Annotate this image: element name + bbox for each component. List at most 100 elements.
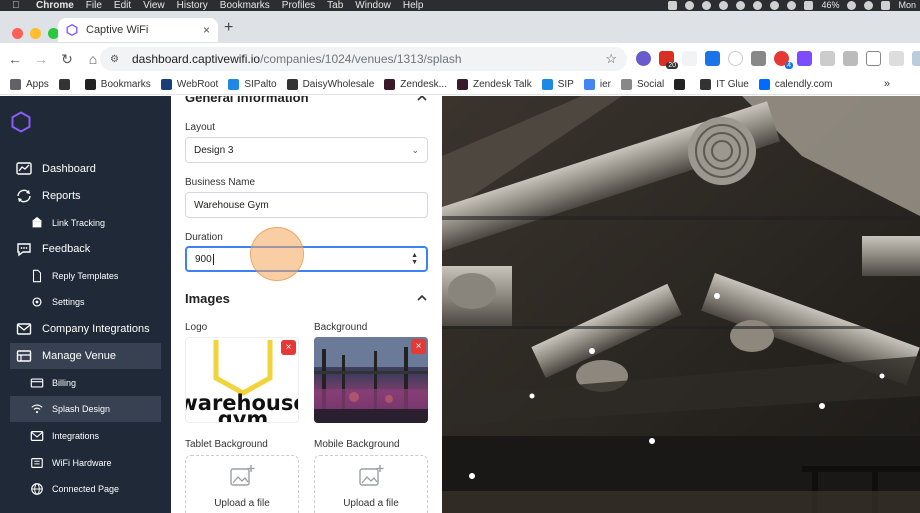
status-app-icon[interactable] [753,1,763,10]
status-app-icon[interactable] [702,1,712,10]
menu-edit[interactable]: Edit [114,0,131,11]
bookmark-favicon-icon [583,79,595,90]
menu-view[interactable]: View [143,0,165,11]
feedback-icon [16,241,32,257]
mobile-background-upload[interactable]: Upload a file [314,455,428,513]
tablet-background-upload[interactable]: Upload a file [185,455,299,513]
address-bar[interactable]: ⚙ dashboard.captivewifi.io/companies/102… [100,47,627,71]
bookmark-item[interactable]: Zendesk... [384,79,447,90]
bookmark-item[interactable]: Bookmarks [84,79,151,90]
sidebar-item-reports[interactable]: Reports [10,183,161,209]
close-window-button[interactable] [12,28,23,39]
layout-select[interactable]: Design 3 ⌄ [185,137,428,163]
bookmark-label: Social [636,79,665,90]
extension-icon[interactable] [751,51,766,66]
splash-preview-image [442,96,920,513]
gmail-extension-icon[interactable]: 20 [659,51,678,69]
sidebar-item-wifi-hardware[interactable]: WiFi Hardware [10,450,161,476]
bookmark-item[interactable] [58,79,75,90]
number-stepper-icon[interactable]: ▲ ▼ [411,252,418,266]
status-app-icon[interactable] [787,1,797,10]
background-image[interactable]: × [314,337,428,423]
menu-help[interactable]: Help [403,0,424,11]
menu-clock[interactable]: Mon [898,0,916,11]
site-info-icon[interactable]: ⚙ [110,54,124,65]
bookmark-item[interactable]: Social [620,79,665,90]
sidebar-item-settings[interactable]: Settings [10,289,161,315]
close-tab-icon[interactable]: × [203,23,210,37]
bookmark-item[interactable]: SIP [541,79,574,90]
extension-icon[interactable] [797,51,812,66]
status-app-icon[interactable] [719,1,729,10]
delete-background-button[interactable]: × [411,339,426,354]
sidebar-item-billing[interactable]: Billing [10,370,161,396]
business-name-input[interactable]: Warehouse Gym [185,192,428,218]
new-tab-button[interactable]: + [224,19,233,37]
chevron-up-icon[interactable] [416,292,428,304]
gym-ceiling-photo [442,96,920,513]
forward-arrow-icon[interactable]: → [30,51,52,67]
chevron-up-icon[interactable] [416,96,428,104]
profile-avatar[interactable] [912,51,920,66]
apple-icon[interactable]:  [12,0,28,11]
bookmark-item[interactable]: DaisyWholesale [286,79,374,90]
bookmark-item[interactable]: IT Glue [700,79,749,90]
layout-value: Design 3 [194,144,234,156]
menu-bookmarks[interactable]: Bookmarks [220,0,270,11]
extension-icon[interactable] [820,51,835,66]
menu-history[interactable]: History [177,0,208,11]
tab-captive-wifi[interactable]: Captive WiFi × [58,18,218,42]
sidebar-item-dashboard[interactable]: Dashboard [10,156,161,182]
sidebar-item-manage-venue[interactable]: Manage Venue [10,343,161,369]
control-center-icon[interactable] [881,1,891,10]
wifi-status-icon[interactable] [847,1,857,10]
sidebar-item-connected-page[interactable]: Connected Page [10,476,161,502]
status-app-icon[interactable] [736,1,746,10]
search-icon[interactable] [864,1,874,10]
menu-tab[interactable]: Tab [327,0,343,11]
sidebar-item-reply-templates[interactable]: Reply Templates [10,263,161,289]
sidebar-item-integrations[interactable]: Integrations [10,423,161,449]
extension-icon[interactable] [728,51,743,66]
bookmark-star-icon[interactable]: ☆ [605,51,617,67]
sidebar-item-link-tracking[interactable]: Link Tracking [10,210,161,236]
extension-icon[interactable]: 4 [774,51,793,69]
sidebar-item-company-integrations[interactable]: Company Integrations [10,316,161,342]
extension-icon[interactable] [889,51,904,66]
bookmark-item[interactable]: calendly.com [758,79,832,90]
battery-icon[interactable] [804,1,814,10]
play-icon[interactable] [770,1,780,10]
status-app-icon[interactable] [685,1,695,10]
venue-icon [16,348,32,364]
bookmark-item[interactable]: Apps [10,79,49,90]
menu-window[interactable]: Window [355,0,391,11]
upload-text: Upload a file [214,498,270,509]
menu-file[interactable]: File [86,0,102,11]
bookmark-item[interactable]: ier [583,79,611,90]
reload-icon[interactable]: ↻ [56,51,78,68]
extension-icon[interactable] [636,51,651,66]
status-app-icon[interactable] [668,1,678,10]
sidebar-item-feedback[interactable]: Feedback [10,236,161,262]
bookmark-item[interactable]: WebRoot [160,79,218,90]
bookmark-item[interactable] [674,79,690,90]
menu-profiles[interactable]: Profiles [282,0,315,11]
extensions-puzzle-icon[interactable] [866,51,881,66]
arrow-extension-icon[interactable] [705,51,720,66]
bookmark-item[interactable]: SIPalto [228,79,277,90]
pen-extension-icon[interactable] [682,51,697,66]
sidebar-item-splash-design[interactable]: Splash Design [10,396,161,422]
bookmark-label: Bookmarks [100,79,151,90]
bookmark-favicon-icon [456,79,468,90]
bookmark-item[interactable]: Zendesk Talk [456,79,532,90]
menu-app-name[interactable]: Chrome [36,0,74,11]
captive-wifi-logo[interactable] [10,111,32,133]
delete-logo-button[interactable]: × [281,340,296,355]
sidebar-item-label: Reply Templates [52,271,119,281]
bookmarks-overflow-button[interactable]: » [884,78,890,90]
duration-input[interactable]: 900 ▲ ▼ [185,246,428,272]
logo-image[interactable]: warehouse gym × [185,337,299,423]
extension-icon[interactable] [843,51,858,66]
minimize-window-button[interactable] [30,28,41,39]
back-arrow-icon[interactable]: ← [4,51,26,67]
